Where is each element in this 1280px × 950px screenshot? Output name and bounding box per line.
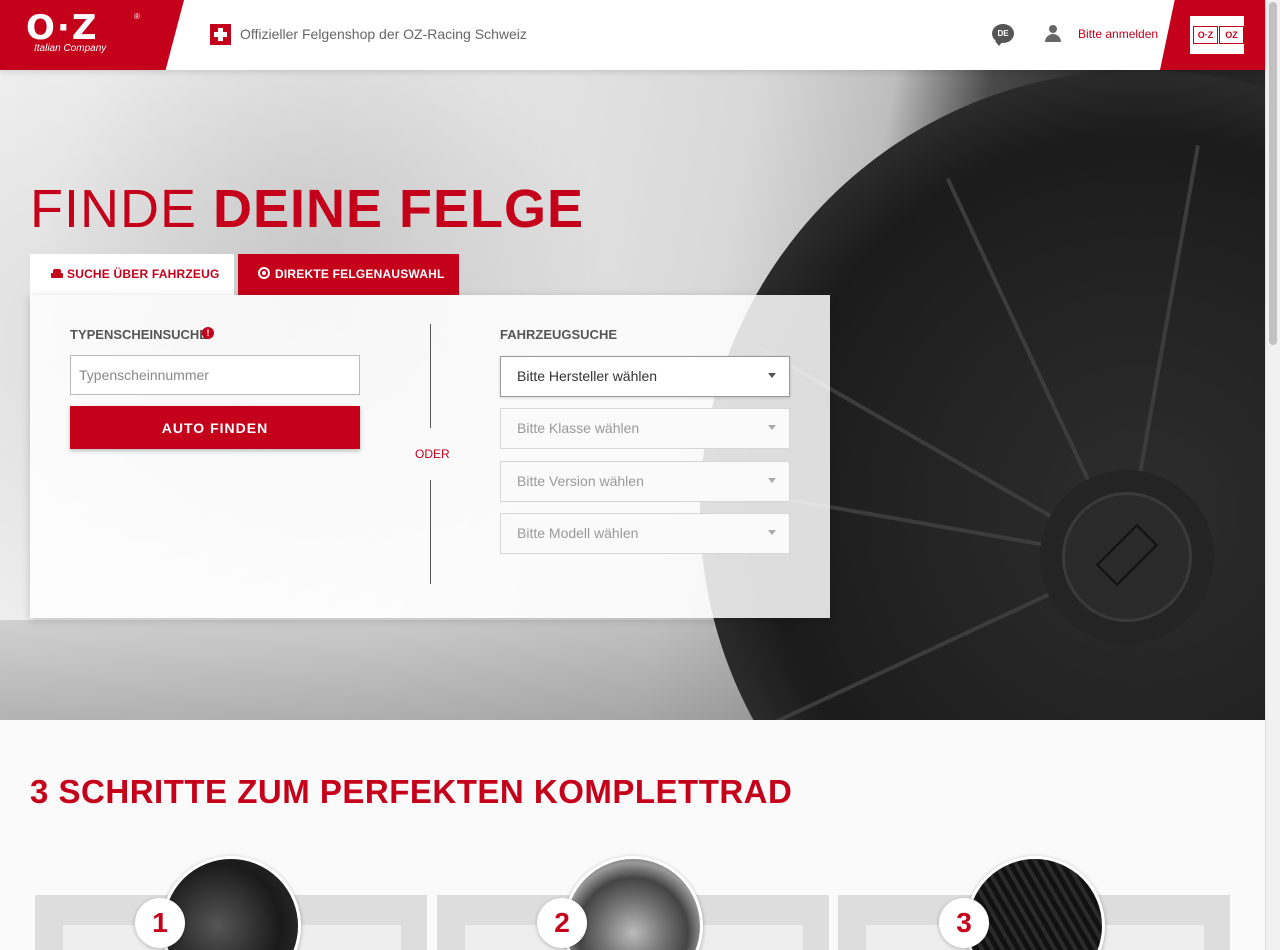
step-3-image <box>965 856 1105 950</box>
brand-corner[interactable]: O·Z OZ <box>1160 0 1265 70</box>
login-link[interactable]: Bitte anmelden <box>1078 27 1158 41</box>
chevron-down-icon <box>768 373 776 378</box>
model-select[interactable]: Bitte Modell wählen <box>500 513 790 554</box>
manufacturer-select[interactable]: Bitte Hersteller wählen <box>500 356 790 397</box>
hero-section: FINDE DEINE FELGE SUCHE ÜBER FAHRZEUG DI… <box>0 70 1265 720</box>
step-number: 1 <box>135 898 185 948</box>
hero-title: FINDE DEINE FELGE <box>30 179 585 239</box>
chevron-down-icon <box>768 425 776 430</box>
type-certificate-input[interactable] <box>70 355 360 395</box>
swiss-flag-icon <box>210 24 231 45</box>
brand-badge-left: O·Z <box>1193 26 1218 44</box>
oz-logo[interactable]: O·Z ® Italian Company <box>0 0 184 70</box>
oz-brand-badge: O·Z OZ <box>1190 16 1244 54</box>
step-1-image <box>161 856 301 950</box>
step-number: 3 <box>939 898 989 948</box>
tab-label: DIREKTE FELGENAUSWAHL <box>275 267 445 281</box>
step-2-image <box>563 856 703 950</box>
search-panel: TYPENSCHEINSUCHE ! AUTO FINDEN ODER FAHR… <box>30 295 830 618</box>
shop-title: Offizieller Felgenshop der OZ-Racing Sch… <box>240 26 527 42</box>
or-label: ODER <box>415 447 450 461</box>
logo-subtitle: Italian Company <box>34 43 107 54</box>
steps-title: 3 SCHRITTE ZUM PERFEKTEN KOMPLETTRAD <box>30 773 793 810</box>
step-number: 2 <box>537 898 587 948</box>
tab-vehicle-search[interactable]: SUCHE ÜBER FAHRZEUG <box>30 254 234 295</box>
find-car-button[interactable]: AUTO FINDEN <box>70 406 360 449</box>
tab-direct-rim-selection[interactable]: DIREKTE FELGENAUSWAHL <box>238 254 459 295</box>
divider <box>430 324 431 428</box>
scrollbar-thumb[interactable] <box>1269 2 1277 345</box>
car-icon <box>51 268 63 279</box>
divider <box>430 480 431 584</box>
target-icon <box>258 267 270 279</box>
brand-badge-right: OZ <box>1219 26 1244 44</box>
info-icon[interactable]: ! <box>202 327 214 339</box>
chevron-down-icon <box>768 478 776 483</box>
page-scrollbar[interactable] <box>1265 0 1280 950</box>
site-header: O·Z ® Italian Company Offizieller Felgen… <box>0 0 1265 70</box>
class-select[interactable]: Bitte Klasse wählen <box>500 408 790 449</box>
user-icon[interactable] <box>1044 25 1062 43</box>
vehicle-search-label: FAHRZEUGSUCHE <box>500 327 618 342</box>
logo-registered-mark: ® <box>134 12 140 21</box>
version-select[interactable]: Bitte Version wählen <box>500 461 790 502</box>
logo-wordmark: O·Z <box>26 8 99 48</box>
type-search-label: TYPENSCHEINSUCHE <box>70 327 208 342</box>
chevron-down-icon <box>768 530 776 535</box>
tab-label: SUCHE ÜBER FAHRZEUG <box>67 267 220 281</box>
language-selector-icon[interactable]: DE <box>992 24 1014 46</box>
